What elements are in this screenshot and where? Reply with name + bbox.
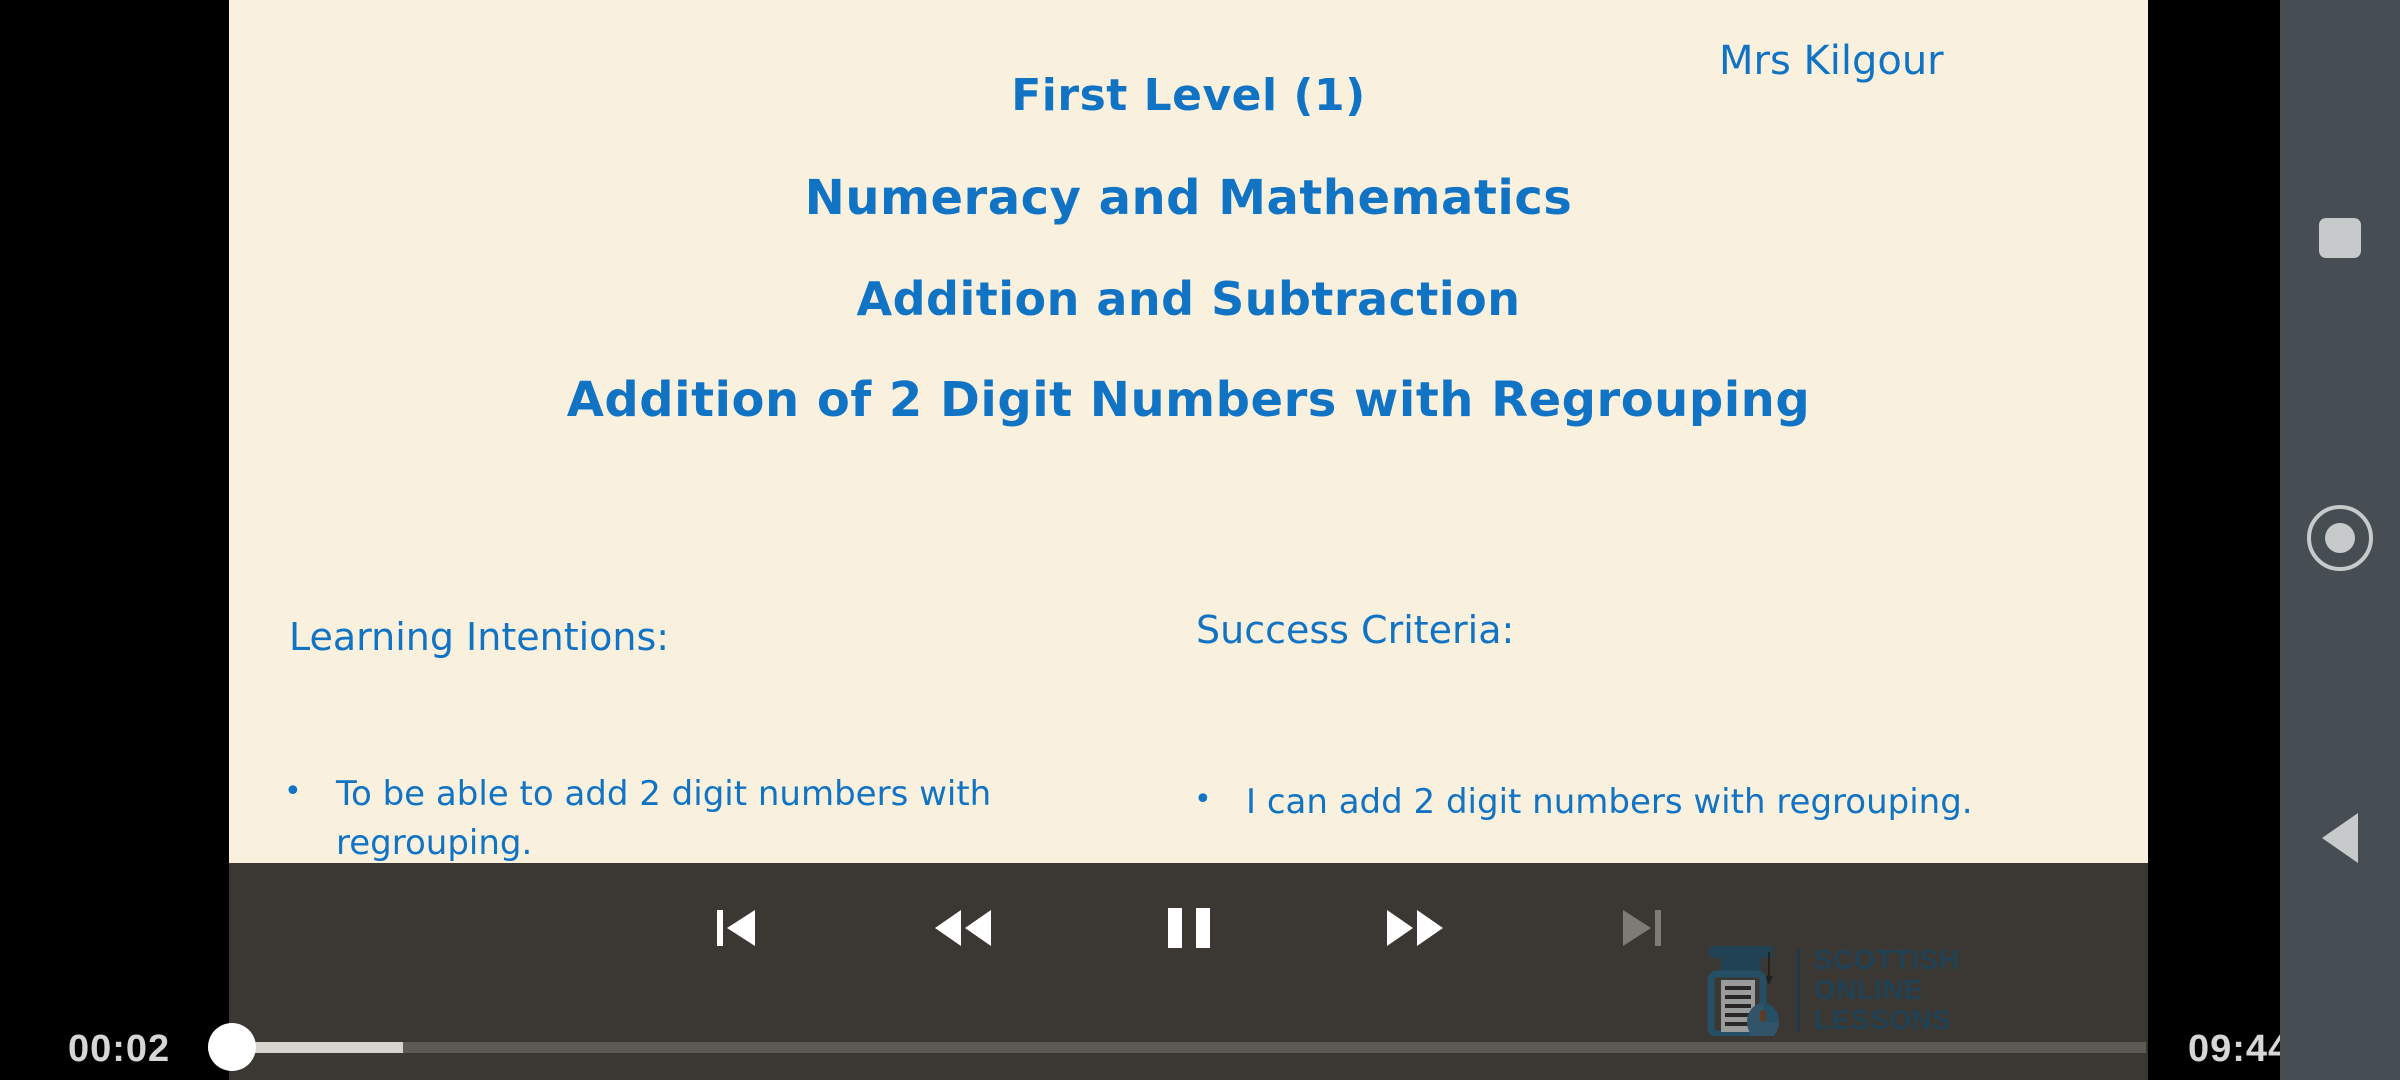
square-icon xyxy=(2319,218,2361,258)
rewind-icon xyxy=(934,910,991,946)
list-item: • I can add 2 digit numbers with regroup… xyxy=(1194,778,2044,827)
skip-next-icon xyxy=(1622,910,1661,946)
learning-intentions-list: • To be able to add 2 digit numbers with… xyxy=(284,770,1084,863)
seek-bar-thumb[interactable] xyxy=(208,1023,256,1071)
pause-button[interactable] xyxy=(1141,880,1237,976)
slide-canvas: Mrs Kilgour First Level (1) Numeracy and… xyxy=(229,0,2148,863)
logo-word-2: ONLINE xyxy=(1814,973,1923,1005)
presentation-slide: Mrs Kilgour First Level (1) Numeracy and… xyxy=(229,0,2148,863)
logo-word-1: SCOTTISH xyxy=(1814,943,1960,975)
learning-intentions-heading: Learning Intentions: xyxy=(289,615,670,659)
rewind-button[interactable] xyxy=(915,880,1011,976)
list-item: • To be able to add 2 digit numbers with… xyxy=(284,770,1084,863)
fast-forward-button[interactable] xyxy=(1367,880,1463,976)
logo-wordmark: SCOTTISH ONLINE LESSONS xyxy=(1814,943,1960,1036)
nav-back-button[interactable] xyxy=(2280,778,2400,898)
list-item-text: I can add 2 digit numbers with regroupin… xyxy=(1246,782,1973,822)
success-criteria-list: • I can add 2 digit numbers with regroup… xyxy=(1194,778,2044,827)
circle-icon xyxy=(2307,505,2373,571)
success-criteria-heading: Success Criteria: xyxy=(1196,608,1515,652)
graduation-cap-document-mouse-icon xyxy=(1707,946,1779,1036)
triangle-back-icon xyxy=(2322,813,2358,863)
slide-title-line-1: First Level (1) xyxy=(1011,70,1366,121)
android-video-player-screen: Mrs Kilgour First Level (1) Numeracy and… xyxy=(0,0,2400,1080)
bullet-icon: • xyxy=(1194,782,1212,817)
total-time-label: 09:44 xyxy=(2188,1028,2291,1070)
seek-bar-track[interactable] xyxy=(228,1042,2146,1053)
bullet-icon: • xyxy=(284,774,302,809)
video-surface[interactable]: Mrs Kilgour First Level (1) Numeracy and… xyxy=(0,0,2148,1080)
skip-previous-icon xyxy=(716,910,755,946)
circle-dot-icon xyxy=(2325,523,2355,553)
logo-divider xyxy=(1797,949,1800,1031)
fast-forward-icon xyxy=(1386,910,1443,946)
slide-title-line-2: Numeracy and Mathematics xyxy=(804,170,1573,226)
skip-next-button[interactable] xyxy=(1593,880,1689,976)
slide-title-line-3: Addition and Subtraction xyxy=(856,272,1521,326)
scottish-online-lessons-logo: SCOTTISH ONLINE LESSONS xyxy=(1705,940,1959,1040)
nav-home-button[interactable] xyxy=(2280,478,2400,598)
pause-icon xyxy=(1167,908,1210,948)
list-item-text: To be able to add 2 digit numbers with r… xyxy=(336,774,992,863)
android-navigation-bar xyxy=(2280,0,2400,1080)
nav-recents-button[interactable] xyxy=(2280,178,2400,298)
logo-word-3: LESSONS xyxy=(1814,1004,1952,1036)
slide-title-line-4: Addition of 2 Digit Numbers with Regroup… xyxy=(566,372,1811,428)
current-time-label: 00:02 xyxy=(68,1028,171,1070)
skip-previous-button[interactable] xyxy=(689,880,785,976)
